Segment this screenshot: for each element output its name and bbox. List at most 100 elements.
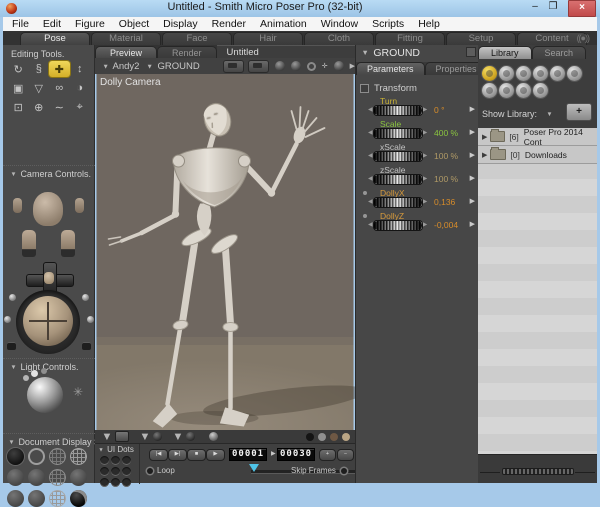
expand-triangle-icon[interactable]: ▶: [482, 151, 487, 159]
room-tab-setup[interactable]: Setup: [446, 32, 516, 45]
category-expressions-icon[interactable]: [516, 66, 531, 81]
panel-resize-handle[interactable]: [502, 468, 574, 475]
tool-twist-icon[interactable]: §: [29, 61, 50, 77]
style-silhouette[interactable]: [7, 448, 24, 465]
last-frame-button[interactable]: ▶|: [168, 449, 187, 461]
category-scenes-icon[interactable]: [533, 83, 548, 98]
style-shadowed[interactable]: [70, 490, 87, 507]
style-flat-shaded[interactable]: [28, 469, 45, 486]
style-outline[interactable]: [28, 448, 45, 465]
tool-grouping-icon[interactable]: ⊡: [8, 99, 29, 115]
left-hand-camera-icon[interactable]: [13, 198, 22, 213]
right-hand-camera-icon[interactable]: [75, 198, 84, 213]
room-tab-material[interactable]: Material: [91, 32, 161, 45]
param-menu-icon[interactable]: ▶: [470, 174, 475, 182]
library-item-poser-content[interactable]: ▶ [6] Poser Pro 2014 Cont: [478, 127, 597, 147]
tab-search[interactable]: Search: [531, 46, 587, 59]
param-value[interactable]: 100 %: [434, 174, 458, 184]
menu-window[interactable]: Window: [314, 18, 365, 30]
current-frame-counter[interactable]: 00001: [229, 448, 268, 461]
figure-toggle-icon[interactable]: [333, 61, 344, 71]
camera-key-button-right[interactable]: [82, 342, 91, 350]
tool-direct-manipulation-icon[interactable]: ⌖: [70, 99, 91, 115]
tool-chain-break-icon[interactable]: ∞: [49, 80, 70, 96]
style-flat-lined[interactable]: [49, 469, 66, 486]
param-menu-icon[interactable]: ▶: [470, 220, 475, 228]
tool-rotate-icon[interactable]: ↻: [8, 61, 29, 77]
ui-dot[interactable]: [111, 478, 120, 487]
ui-dot[interactable]: [111, 467, 120, 476]
highlight-ball-icon[interactable]: [208, 432, 218, 441]
tab-render[interactable]: Render: [157, 46, 217, 58]
tab-library[interactable]: Library: [478, 46, 532, 59]
dropdown-triangle-icon[interactable]: ▼: [101, 430, 112, 443]
menu-help[interactable]: Help: [411, 18, 447, 30]
category-lights-icon[interactable]: [482, 83, 497, 98]
param-dial[interactable]: [372, 151, 423, 162]
menu-render[interactable]: Render: [205, 18, 253, 30]
category-cameras-icon[interactable]: [499, 83, 514, 98]
style-cartoon[interactable]: [70, 469, 87, 486]
room-tab-face[interactable]: Face: [162, 32, 232, 45]
param-value[interactable]: 0,136: [434, 197, 455, 207]
actor-selector[interactable]: ▼ GROUND: [145, 61, 200, 72]
style-hidden-line[interactable]: [70, 448, 87, 465]
param-value[interactable]: -0,004: [434, 220, 458, 230]
camera-dot-3[interactable]: [4, 316, 11, 323]
tool-color-icon[interactable]: ◑: [70, 80, 91, 96]
param-dial[interactable]: [372, 197, 423, 208]
menu-file[interactable]: File: [5, 18, 36, 30]
ui-dot[interactable]: [111, 456, 120, 465]
menu-edit[interactable]: Edit: [36, 18, 68, 30]
light-indicator-1[interactable]: [23, 375, 29, 381]
menu-scripts[interactable]: Scripts: [365, 18, 411, 30]
style-texture-shaded[interactable]: [49, 490, 66, 507]
stop-button[interactable]: ■: [187, 449, 206, 461]
first-frame-button[interactable]: |◀: [149, 449, 168, 461]
category-hands-icon[interactable]: [550, 66, 565, 81]
add-library-button[interactable]: +: [566, 103, 592, 121]
collapse-triangle-icon[interactable]: ▼: [362, 49, 369, 57]
param-value[interactable]: 0 °: [434, 105, 445, 115]
tool-taper-icon[interactable]: ▽: [29, 80, 50, 96]
add-frame-button[interactable]: +: [319, 449, 336, 461]
collapse-triangle-icon[interactable]: ▼: [98, 446, 104, 452]
param-dial[interactable]: [372, 220, 423, 231]
light-indicator-3[interactable]: [41, 368, 47, 374]
collapse-triangle-icon[interactable]: ▼: [10, 171, 16, 178]
param-menu-icon[interactable]: ▶: [470, 151, 475, 159]
tracking-mode-button[interactable]: [114, 431, 129, 442]
collapse-triangle-icon[interactable]: ▼: [10, 364, 16, 371]
room-tab-pose[interactable]: Pose: [20, 32, 90, 45]
expand-triangle-icon[interactable]: ▶: [482, 133, 487, 141]
category-materials-icon[interactable]: [516, 83, 531, 98]
close-button[interactable]: ×: [568, 0, 596, 17]
frame-slider-thumb[interactable]: [249, 464, 259, 472]
ui-dot[interactable]: [122, 456, 131, 465]
ui-dot[interactable]: [122, 478, 131, 487]
color-dot-shadow[interactable]: [330, 432, 338, 441]
depth-cue-toggle-icon[interactable]: [274, 61, 285, 71]
style-smooth-lined[interactable]: [28, 490, 45, 507]
shadow-toggle-icon[interactable]: [290, 61, 301, 71]
param-menu-icon[interactable]: ▶: [470, 128, 475, 136]
minimize-button[interactable]: –: [526, 0, 544, 15]
posing-camera-left[interactable]: [22, 230, 36, 257]
light-indicator-2[interactable]: [31, 370, 38, 377]
dropdown-triangle-icon[interactable]: ▼: [172, 430, 183, 443]
remove-frame-button[interactable]: −: [337, 449, 354, 461]
tracking-ball-icon[interactable]: [152, 432, 162, 441]
menu-animation[interactable]: Animation: [253, 18, 314, 30]
title-bar[interactable]: Untitled - Smith Micro Poser Pro (32-bit…: [0, 0, 600, 17]
camera-dot-2[interactable]: [82, 294, 89, 301]
menu-object[interactable]: Object: [112, 18, 156, 30]
style-smooth-shaded[interactable]: [7, 490, 24, 507]
light-brightness-icon[interactable]: ✳: [73, 385, 83, 399]
param-dial[interactable]: [372, 174, 423, 185]
ui-dot[interactable]: [122, 467, 131, 476]
ui-dot[interactable]: [100, 478, 109, 487]
color-dot-foreground[interactable]: [306, 432, 314, 441]
tool-scale-icon[interactable]: ▣: [8, 80, 29, 96]
camera-view-button[interactable]: [222, 59, 244, 73]
end-frame-counter[interactable]: 00030: [277, 448, 316, 461]
